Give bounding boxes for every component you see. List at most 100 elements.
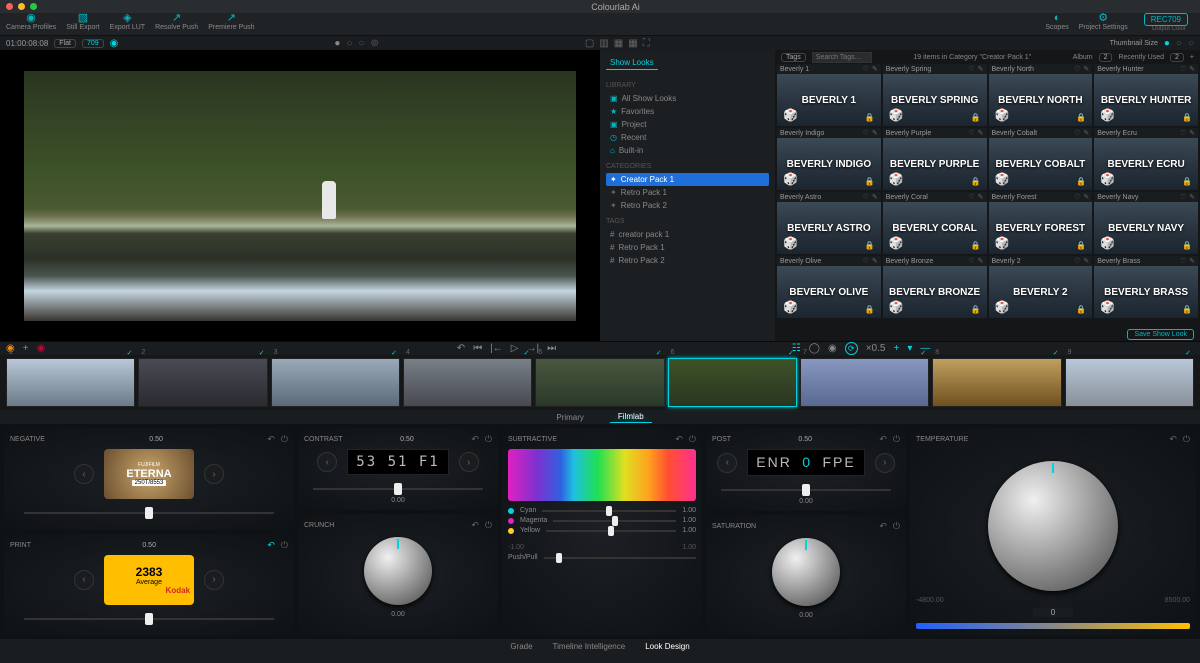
print-slider[interactable] bbox=[10, 613, 288, 625]
power-icon[interactable]: ⏻ bbox=[893, 434, 900, 445]
reset-icon[interactable]: ↶ bbox=[267, 540, 275, 551]
look-card[interactable]: Beverly Brass♡✎BEVERLY BRASS🎲🔒 bbox=[1094, 256, 1198, 318]
u-icon[interactable]: ⊚ bbox=[371, 38, 379, 49]
edit-icon[interactable]: ✎ bbox=[1189, 193, 1195, 201]
export-lut-button[interactable]: ◈Export LUT bbox=[110, 13, 145, 31]
play-icon[interactable]: ▷ bbox=[511, 343, 519, 354]
undo-icon[interactable]: ↶ bbox=[457, 343, 465, 354]
plus-icon[interactable]: + bbox=[1190, 54, 1194, 61]
viewer[interactable] bbox=[0, 50, 600, 341]
next-negative[interactable]: › bbox=[204, 464, 224, 484]
look-card[interactable]: Beverly Ecru♡✎BEVERLY ECRU🎲🔒 bbox=[1094, 128, 1198, 190]
premiere-push-button[interactable]: ↗Premiere Push bbox=[208, 13, 254, 31]
post-slider[interactable] bbox=[712, 484, 900, 496]
maximize-window[interactable] bbox=[30, 3, 37, 10]
sub-icon[interactable]: ▾ bbox=[907, 343, 912, 354]
look-card[interactable]: Beverly Indigo♡✎BEVERLY INDIGO🎲🔒 bbox=[777, 128, 881, 190]
power-icon[interactable]: ⏻ bbox=[485, 434, 492, 445]
look-card[interactable]: Beverly Forest♡✎BEVERLY FOREST🎲🔒 bbox=[989, 192, 1093, 254]
power-icon[interactable]: ⏻ bbox=[281, 540, 288, 551]
heart-icon[interactable]: ♡ bbox=[863, 65, 869, 73]
prev-contrast[interactable]: ‹ bbox=[317, 452, 337, 472]
power-icon[interactable]: ⏻ bbox=[893, 521, 900, 532]
edit-icon[interactable]: ✎ bbox=[872, 65, 878, 73]
heart-icon[interactable]: ♡ bbox=[1074, 65, 1080, 73]
temperature-knob[interactable] bbox=[988, 461, 1118, 591]
next-clip-icon[interactable]: ⏭ bbox=[547, 343, 556, 354]
edit-icon[interactable]: ✎ bbox=[872, 193, 878, 201]
temperature-bar[interactable] bbox=[916, 623, 1190, 629]
reset-icon[interactable]: ↶ bbox=[675, 434, 683, 445]
minimize-window[interactable] bbox=[18, 3, 25, 10]
copy-icon[interactable]: ◯ bbox=[809, 343, 820, 354]
timeline-clip[interactable]: 9✓ bbox=[1065, 358, 1194, 407]
edit-icon[interactable]: ✎ bbox=[1083, 257, 1089, 265]
heart-icon[interactable]: ♡ bbox=[1074, 257, 1080, 265]
circle2-icon[interactable]: ○ bbox=[358, 38, 364, 49]
record-icon[interactable]: ● bbox=[334, 38, 340, 49]
lib-builtin[interactable]: ⌂Built-in bbox=[606, 144, 769, 157]
timeline-clip[interactable]: 5✓ bbox=[535, 358, 664, 407]
show-looks-tab[interactable]: Show Looks bbox=[606, 56, 658, 70]
rec709-pill[interactable]: 709 bbox=[82, 39, 104, 48]
reset-icon[interactable]: ↶ bbox=[471, 434, 479, 445]
footer-grade[interactable]: Grade bbox=[510, 642, 532, 651]
saturation-knob[interactable] bbox=[772, 538, 840, 606]
search-tags-input[interactable] bbox=[812, 52, 872, 63]
heart-icon[interactable]: ♡ bbox=[1074, 129, 1080, 137]
negative-stock[interactable]: FUJIFILM ETERNA 250T/8553 bbox=[104, 449, 194, 499]
scopes-button[interactable]: ◐Scopes bbox=[1045, 13, 1068, 31]
look-card[interactable]: Beverly Spring♡✎BEVERLY SPRING🎲🔒 bbox=[883, 64, 987, 126]
compare-icon[interactable]: ⟳ bbox=[845, 342, 858, 355]
color-chip2[interactable]: ◉ bbox=[37, 343, 46, 354]
edit-icon[interactable]: ✎ bbox=[872, 129, 878, 137]
edit-icon[interactable]: ✎ bbox=[872, 257, 878, 265]
look-card[interactable]: Beverly 2♡✎BEVERLY 2🎲🔒 bbox=[989, 256, 1093, 318]
prev-print[interactable]: ‹ bbox=[74, 570, 94, 590]
reset-icon[interactable]: ↶ bbox=[879, 434, 887, 445]
look-card[interactable]: Beverly Astro♡✎BEVERLY ASTRO🎲🔒 bbox=[777, 192, 881, 254]
reset-icon[interactable]: ↶ bbox=[1169, 434, 1177, 445]
size-dot3[interactable]: ○ bbox=[1188, 38, 1194, 49]
project-settings-button[interactable]: ⚙Project Settings bbox=[1079, 13, 1128, 31]
footer-timeline-intel[interactable]: Timeline Intelligence bbox=[553, 642, 626, 651]
cat-creator1[interactable]: ✦Creator Pack 1 bbox=[606, 173, 769, 186]
circle-icon[interactable]: ○ bbox=[346, 38, 352, 49]
pushpull-slider[interactable] bbox=[544, 557, 696, 559]
edit-icon[interactable]: ✎ bbox=[1189, 257, 1195, 265]
look-card[interactable]: Beverly 1♡✎BEVERLY 1🎲🔒 bbox=[777, 64, 881, 126]
tag-retro1[interactable]: #Retro Pack 1 bbox=[606, 241, 769, 254]
tab-filmlab[interactable]: Filmlab bbox=[610, 411, 652, 423]
timeline[interactable]: 1✓2✓3✓4✓5✓6✓7✓8✓9✓ bbox=[0, 355, 1200, 410]
edit-icon[interactable]: ✎ bbox=[978, 65, 984, 73]
look-card[interactable]: Beverly Purple♡✎BEVERLY PURPLE🎲🔒 bbox=[883, 128, 987, 190]
cat-retro1[interactable]: ✦Retro Pack 1 bbox=[606, 186, 769, 199]
edit-icon[interactable]: ✎ bbox=[1083, 129, 1089, 137]
edit-icon[interactable]: ✎ bbox=[1189, 129, 1195, 137]
heart-icon[interactable]: ♡ bbox=[863, 129, 869, 137]
contrast-slider[interactable] bbox=[304, 483, 492, 495]
heart-icon[interactable]: ♡ bbox=[968, 193, 974, 201]
camera-profiles-button[interactable]: ◉Camera Profiles bbox=[6, 13, 56, 31]
power-icon[interactable]: ⏻ bbox=[1183, 434, 1190, 445]
next-contrast[interactable]: › bbox=[459, 452, 479, 472]
lib-recent[interactable]: ◷Recent bbox=[606, 131, 769, 144]
edit-icon[interactable]: ✎ bbox=[978, 257, 984, 265]
edit-icon[interactable]: ✎ bbox=[978, 129, 984, 137]
edit-icon[interactable]: ✎ bbox=[1189, 65, 1195, 73]
look-card[interactable]: Beverly Navy♡✎BEVERLY NAVY🎲🔒 bbox=[1094, 192, 1198, 254]
lib-project[interactable]: ▣Project bbox=[606, 118, 769, 131]
timeline-clip[interactable]: 7✓ bbox=[800, 358, 929, 407]
negative-slider[interactable] bbox=[10, 507, 288, 519]
edit-icon[interactable]: ✎ bbox=[1083, 65, 1089, 73]
yellow-slider[interactable] bbox=[546, 530, 676, 532]
lib-all[interactable]: ▣All Show Looks bbox=[606, 92, 769, 105]
timeline-clip[interactable]: 3✓ bbox=[271, 358, 400, 407]
crunch-knob[interactable] bbox=[364, 537, 432, 605]
prev-post[interactable]: ‹ bbox=[717, 453, 737, 473]
paste-icon[interactable]: ◉ bbox=[828, 343, 837, 354]
heart-icon[interactable]: ♡ bbox=[1180, 257, 1186, 265]
heart-icon[interactable]: ♡ bbox=[1180, 193, 1186, 201]
cyan-slider[interactable] bbox=[542, 510, 676, 512]
grid-icon[interactable]: ▦ bbox=[628, 38, 637, 49]
